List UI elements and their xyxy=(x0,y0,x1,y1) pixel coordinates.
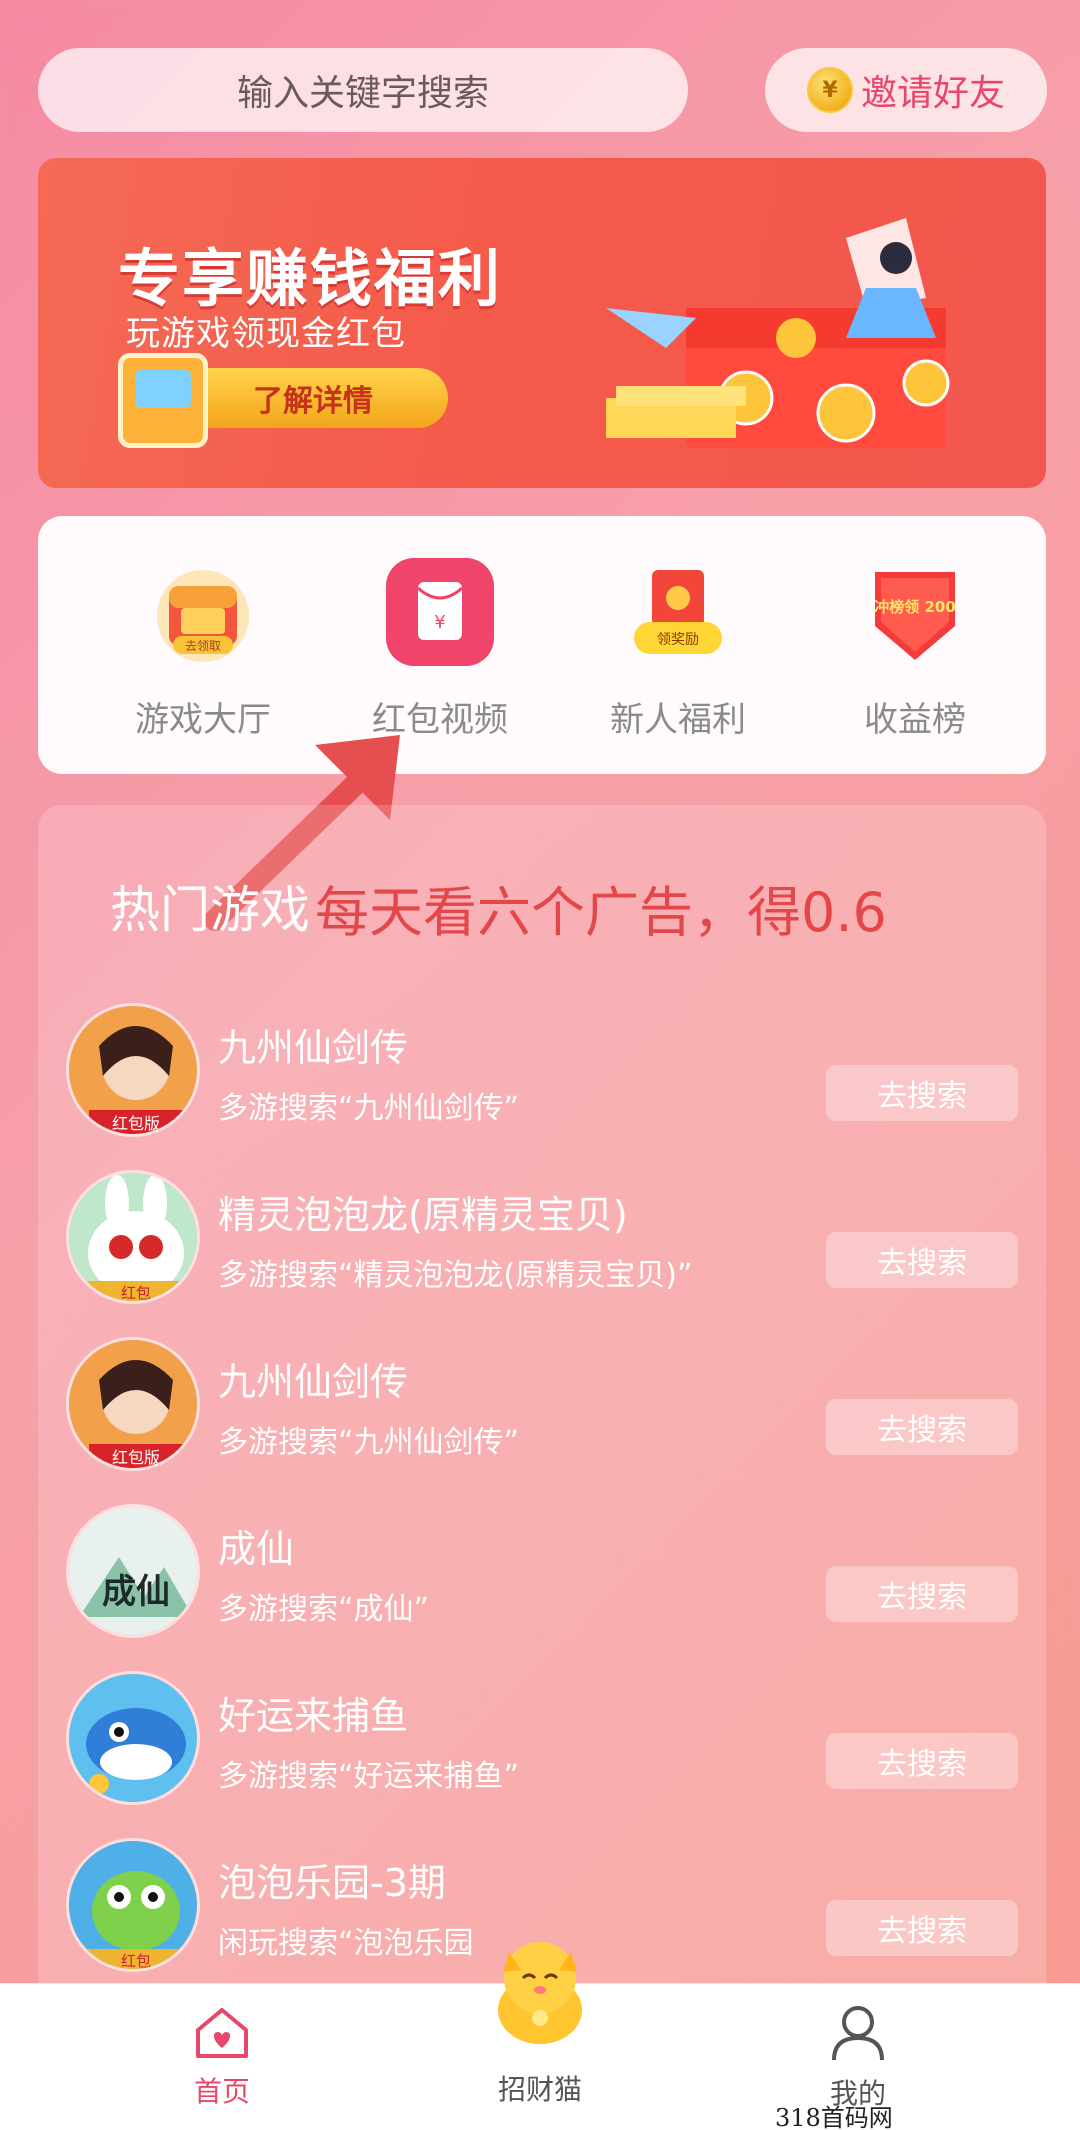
promo-banner[interactable]: 专享赚钱福利 玩游戏领现金红包 了解详情 xyxy=(38,158,1046,488)
gift-envelope-icon: 领奖励 xyxy=(622,556,734,668)
game-name: 九州仙剑传 xyxy=(218,1026,409,1070)
avatar-badge: 红包 xyxy=(121,1952,151,1970)
quick-item-earnings-rank[interactable]: 冲榜领 200 收益榜 xyxy=(815,556,1015,741)
game-hint: 多游搜索“好运来捕鱼” xyxy=(218,1759,520,1794)
nav-me[interactable]: 我的 xyxy=(778,2004,938,2112)
nav-lucky-cat[interactable]: 招财猫 xyxy=(460,2062,620,2108)
quick-item-newbie-benefits[interactable]: 领奖励 新人福利 xyxy=(578,556,778,741)
nav-label: 首页 xyxy=(193,2075,250,2108)
go-search-button[interactable]: 去搜索 xyxy=(826,1566,1018,1622)
game-hint: 多游搜索“精灵泡泡龙(原精灵宝贝)” xyxy=(218,1258,693,1293)
banner-headline: 专享赚钱福利 xyxy=(118,242,503,315)
game-row[interactable]: 好运来捕鱼 多游搜索“好运来捕鱼” 去搜索 xyxy=(66,1671,1026,1811)
annotation-text: 每天看六个广告，得0.6 xyxy=(315,881,887,944)
game-name: 精灵泡泡龙(原精灵宝贝) xyxy=(218,1193,628,1237)
invite-label: 邀请好友 xyxy=(860,73,1005,114)
game-name: 泡泡乐园-3期 xyxy=(218,1861,446,1905)
banner-subline: 玩游戏领现金红包 xyxy=(126,314,406,354)
lucky-cat-icon[interactable] xyxy=(485,1930,595,2045)
banner-cta-button[interactable]: 了解详情 xyxy=(178,368,448,428)
game-avatar: 红包 xyxy=(66,1170,200,1304)
game-hint: 多游搜索“九州仙剑传” xyxy=(218,1091,520,1126)
coin-icon: ¥ xyxy=(806,67,853,113)
quick-badge-text: 冲榜领 200 xyxy=(874,598,956,616)
quick-item-label: 游戏大厅 xyxy=(135,700,271,740)
game-name: 九州仙剑传 xyxy=(218,1360,409,1404)
quick-item-label: 收益榜 xyxy=(864,700,966,740)
game-hint: 多游搜索“成仙” xyxy=(218,1592,430,1627)
game-row[interactable]: 红包 精灵泡泡龙(原精灵宝贝) 多游搜索“精灵泡泡龙(原精灵宝贝)” 去搜索 xyxy=(66,1170,1026,1310)
red-envelope-icon: ¥ xyxy=(384,556,496,668)
invite-friends-button[interactable]: ¥ 邀请好友 xyxy=(765,48,1047,132)
game-avatar: 红包版 xyxy=(66,1337,200,1471)
search-input[interactable]: 输入关键字搜索 xyxy=(38,48,688,132)
search-placeholder: 输入关键字搜索 xyxy=(236,73,489,114)
quick-item-label: 新人福利 xyxy=(610,700,746,740)
avatar-badge: 成仙 xyxy=(102,1572,170,1612)
go-search-button[interactable]: 去搜索 xyxy=(826,1232,1018,1288)
game-row[interactable]: 红包版 九州仙剑传 多游搜索“九州仙剑传” 去搜索 xyxy=(66,1003,1026,1143)
watermark: 318首码网 www.E318.com xyxy=(775,2104,893,2130)
game-avatar xyxy=(66,1671,200,1805)
game-row[interactable]: 成仙 成仙 多游搜索“成仙” 去搜索 xyxy=(66,1504,1026,1644)
red-envelope-illustration xyxy=(606,218,950,448)
user-icon xyxy=(832,2006,884,2061)
quick-item-red-packet-video[interactable]: ¥ 红包视频 xyxy=(340,556,540,741)
go-search-button[interactable]: 去搜索 xyxy=(826,1399,1018,1455)
game-row[interactable]: 红包版 九州仙剑传 多游搜索“九州仙剑传” 去搜索 xyxy=(66,1337,1026,1477)
go-search-button[interactable]: 去搜索 xyxy=(826,1900,1018,1956)
game-avatar: 成仙 xyxy=(66,1504,200,1638)
quick-menu: 去领取 游戏大厅 ¥ 红包视频 领奖励 新人福利 冲榜领 200 收益榜 xyxy=(38,516,1046,774)
game-avatar: 红包 xyxy=(66,1838,200,1972)
go-search-button[interactable]: 去搜索 xyxy=(826,1065,1018,1121)
avatar-badge: 红包版 xyxy=(112,1448,160,1467)
nav-home[interactable]: 首页 xyxy=(142,2004,302,2110)
game-name: 成仙 xyxy=(218,1527,295,1571)
treasure-chest-icon: 去领取 xyxy=(147,556,259,668)
home-heart-icon xyxy=(196,2008,248,2058)
go-search-button[interactable]: 去搜索 xyxy=(826,1733,1018,1789)
quick-badge-text: ¥ xyxy=(434,612,445,633)
game-hint: 闲玩搜索“泡泡乐园 xyxy=(218,1926,474,1961)
game-avatar: 红包版 xyxy=(66,1003,200,1137)
avatar-badge: 红包版 xyxy=(112,1114,160,1133)
quick-badge-text: 去领取 xyxy=(185,639,221,653)
hot-games-title: 热门游戏 xyxy=(110,881,310,939)
game-name: 好运来捕鱼 xyxy=(218,1694,409,1738)
quick-item-label: 红包视频 xyxy=(372,700,508,740)
avatar-badge: 红包 xyxy=(121,1284,151,1302)
game-hint: 多游搜索“九州仙剑传” xyxy=(218,1425,520,1460)
quick-item-game-hall[interactable]: 去领取 游戏大厅 xyxy=(103,556,303,741)
ranking-shield-icon: 冲榜领 200 xyxy=(859,556,971,668)
quick-badge-text: 领奖励 xyxy=(657,631,699,648)
nav-label: 招财猫 xyxy=(497,2073,582,2106)
arcade-machine-icon xyxy=(118,353,208,448)
